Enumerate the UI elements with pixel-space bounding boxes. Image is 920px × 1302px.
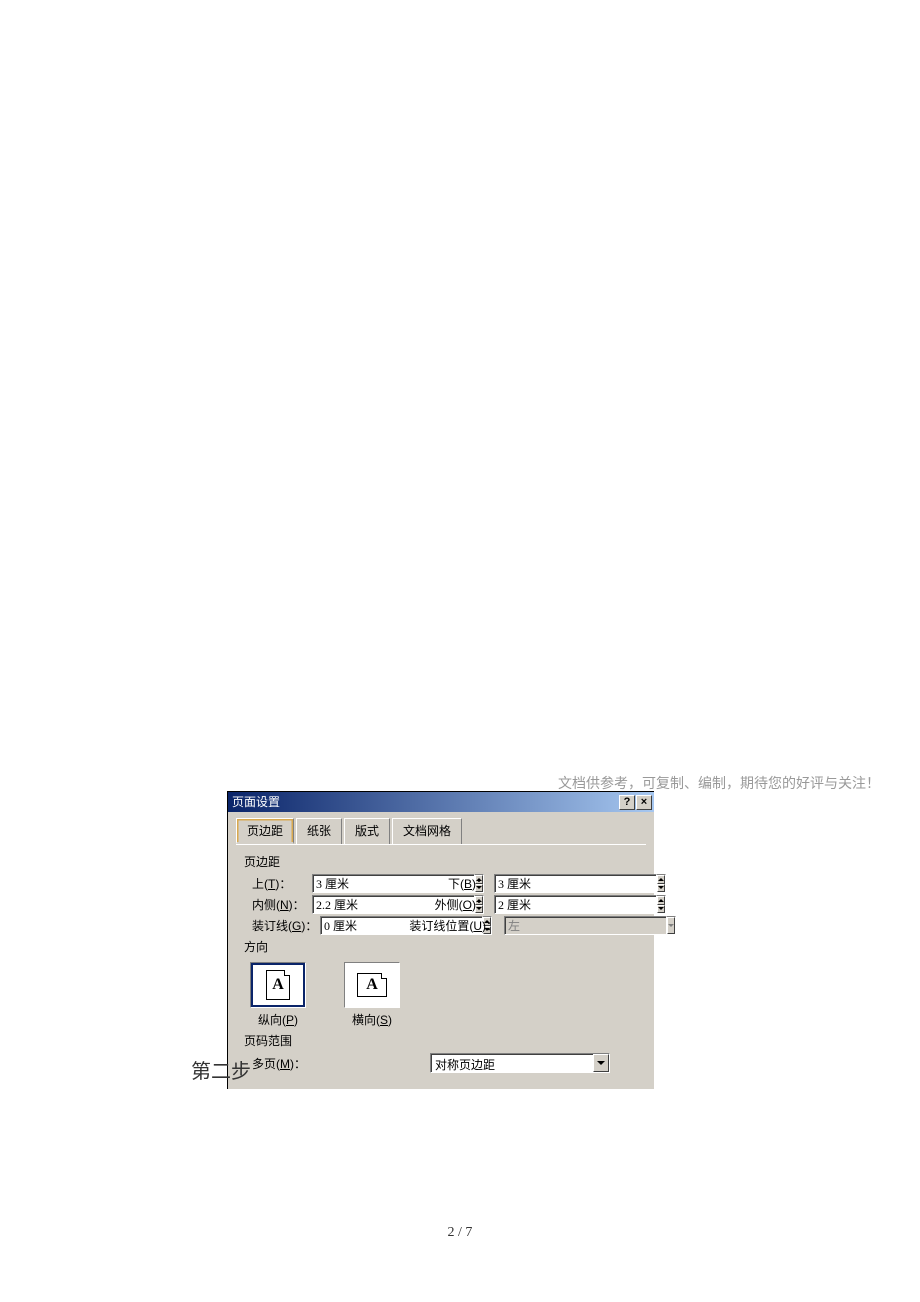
spin-up-icon[interactable] [657, 875, 665, 884]
gutter-pos-input [504, 916, 667, 935]
gutter-spinner[interactable] [320, 916, 404, 935]
tab-layout[interactable]: 版式 [344, 818, 390, 844]
gutter-pos-combo [504, 916, 590, 935]
gutter-pos-label: 装订线位置(U)： [404, 917, 504, 934]
document-note-text: 文档供参考，可复制、编制，期待您的好评与关注！ [558, 773, 880, 793]
margins-panel: 页边距 上(T)： 下(B)： 内侧(N)： 外侧(O)： [236, 844, 646, 1081]
bottom-margin-spinner[interactable] [494, 874, 586, 893]
orientation-portrait[interactable]: A 纵向(P) [246, 962, 310, 1028]
inside-margin-label: 内侧(N)： [240, 896, 312, 913]
multipage-value: 对称页边距 [431, 1054, 593, 1072]
gutter-label: 装订线(G)： [240, 917, 320, 934]
dropdown-icon [667, 917, 675, 934]
page-setup-dialog: 页面设置 ? × 页边距 纸张 版式 文档网格 页边距 上(T)： 下(B)： … [227, 791, 654, 1089]
outside-margin-spinner[interactable] [494, 895, 586, 914]
spin-down-icon[interactable] [657, 884, 665, 893]
dropdown-icon[interactable] [593, 1054, 609, 1072]
outside-margin-label: 外侧(O)： [404, 896, 494, 913]
portrait-icon-box[interactable]: A [250, 962, 306, 1008]
dialog-title: 页面设置 [232, 792, 280, 812]
top-margin-label: 上(T)： [240, 875, 312, 892]
landscape-icon-box[interactable]: A [344, 962, 400, 1008]
step-heading: 第二步 [191, 1055, 251, 1084]
top-margin-spinner[interactable] [312, 874, 404, 893]
inside-margin-spinner[interactable] [312, 895, 404, 914]
landscape-page-icon: A [357, 973, 387, 997]
page-range-section-label: 页码范围 [240, 1030, 642, 1052]
margins-section-label: 页边距 [240, 851, 642, 873]
tab-docgrid[interactable]: 文档网格 [392, 818, 462, 844]
outside-margin-input[interactable] [494, 895, 657, 914]
close-button[interactable]: × [636, 795, 652, 810]
multipage-label: 多页(M)： [240, 1055, 430, 1072]
tab-paper[interactable]: 纸张 [296, 818, 342, 844]
dialog-tabs: 页边距 纸张 版式 文档网格 [228, 812, 654, 844]
spin-down-icon[interactable] [657, 905, 665, 914]
dialog-titlebar[interactable]: 页面设置 ? × [228, 792, 654, 812]
orientation-section-label: 方向 [240, 936, 642, 958]
orientation-landscape[interactable]: A 横向(S) [340, 962, 404, 1028]
bottom-margin-input[interactable] [494, 874, 657, 893]
portrait-page-icon: A [266, 970, 290, 1000]
spin-up-icon[interactable] [657, 896, 665, 905]
multipage-combo[interactable]: 对称页边距 [430, 1053, 610, 1073]
tab-margins[interactable]: 页边距 [236, 818, 294, 844]
bottom-margin-label: 下(B)： [404, 875, 494, 892]
help-button[interactable]: ? [619, 795, 635, 810]
portrait-label: 纵向(P) [258, 1008, 298, 1028]
page-number: 2 / 7 [0, 1225, 920, 1241]
landscape-label: 横向(S) [352, 1008, 392, 1028]
